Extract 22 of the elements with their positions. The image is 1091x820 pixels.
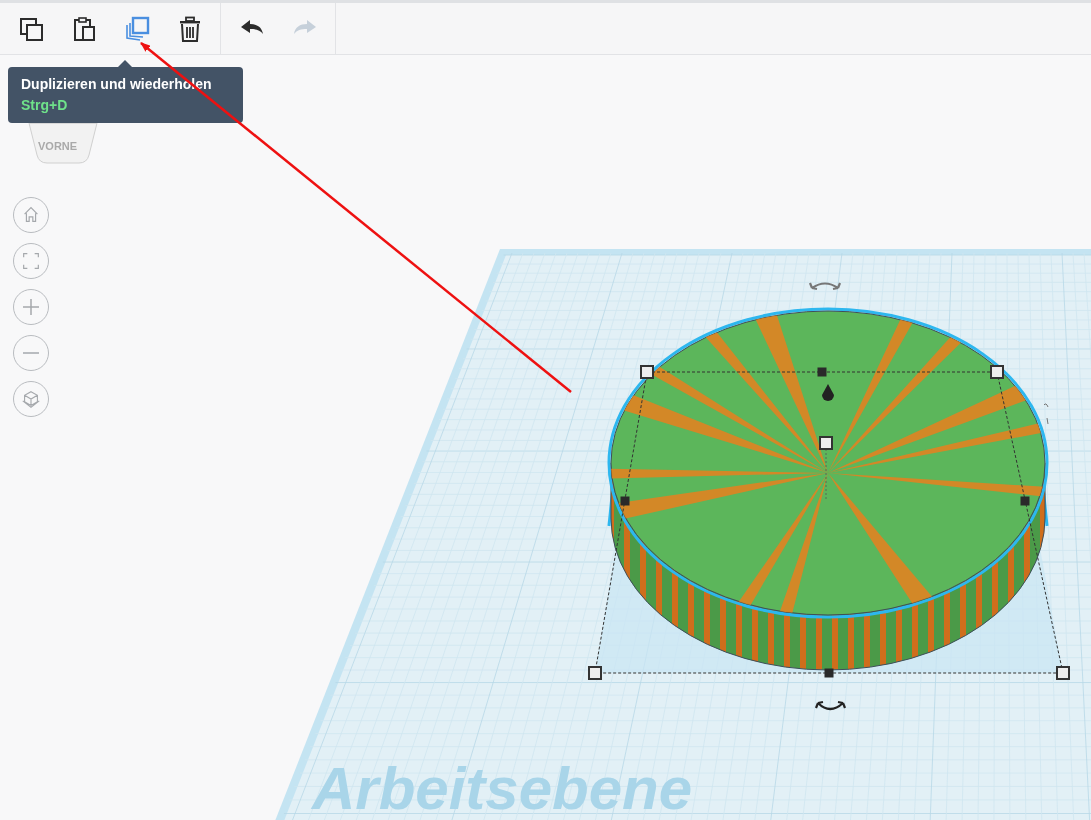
workplane-label: Arbeitsebene [312,755,693,820]
copy-icon [17,15,44,42]
cylinder-drawing[interactable] [607,307,1049,671]
cube-icon [20,388,42,410]
resize-handle[interactable] [990,365,1004,379]
resize-handle[interactable] [817,367,827,377]
resize-handle[interactable] [824,668,834,678]
height-guide [825,448,827,502]
view-button[interactable] [13,381,49,417]
resize-handle[interactable] [588,666,602,680]
fit-button[interactable] [13,243,49,279]
resize-handle[interactable] [819,436,833,450]
resize-handle[interactable] [1020,496,1030,506]
resize-handle[interactable] [1056,666,1070,680]
fit-view-icon [20,250,42,272]
shortcut-label: Strg+D [21,97,69,113]
zoom-in-icon [23,299,39,315]
view-cube-face-label: VORNE [38,140,78,152]
resize-handle[interactable] [620,496,630,506]
resize-handle[interactable] [640,365,654,379]
lift-handle-icon[interactable] [822,384,834,401]
duplicate-icon [123,15,150,42]
